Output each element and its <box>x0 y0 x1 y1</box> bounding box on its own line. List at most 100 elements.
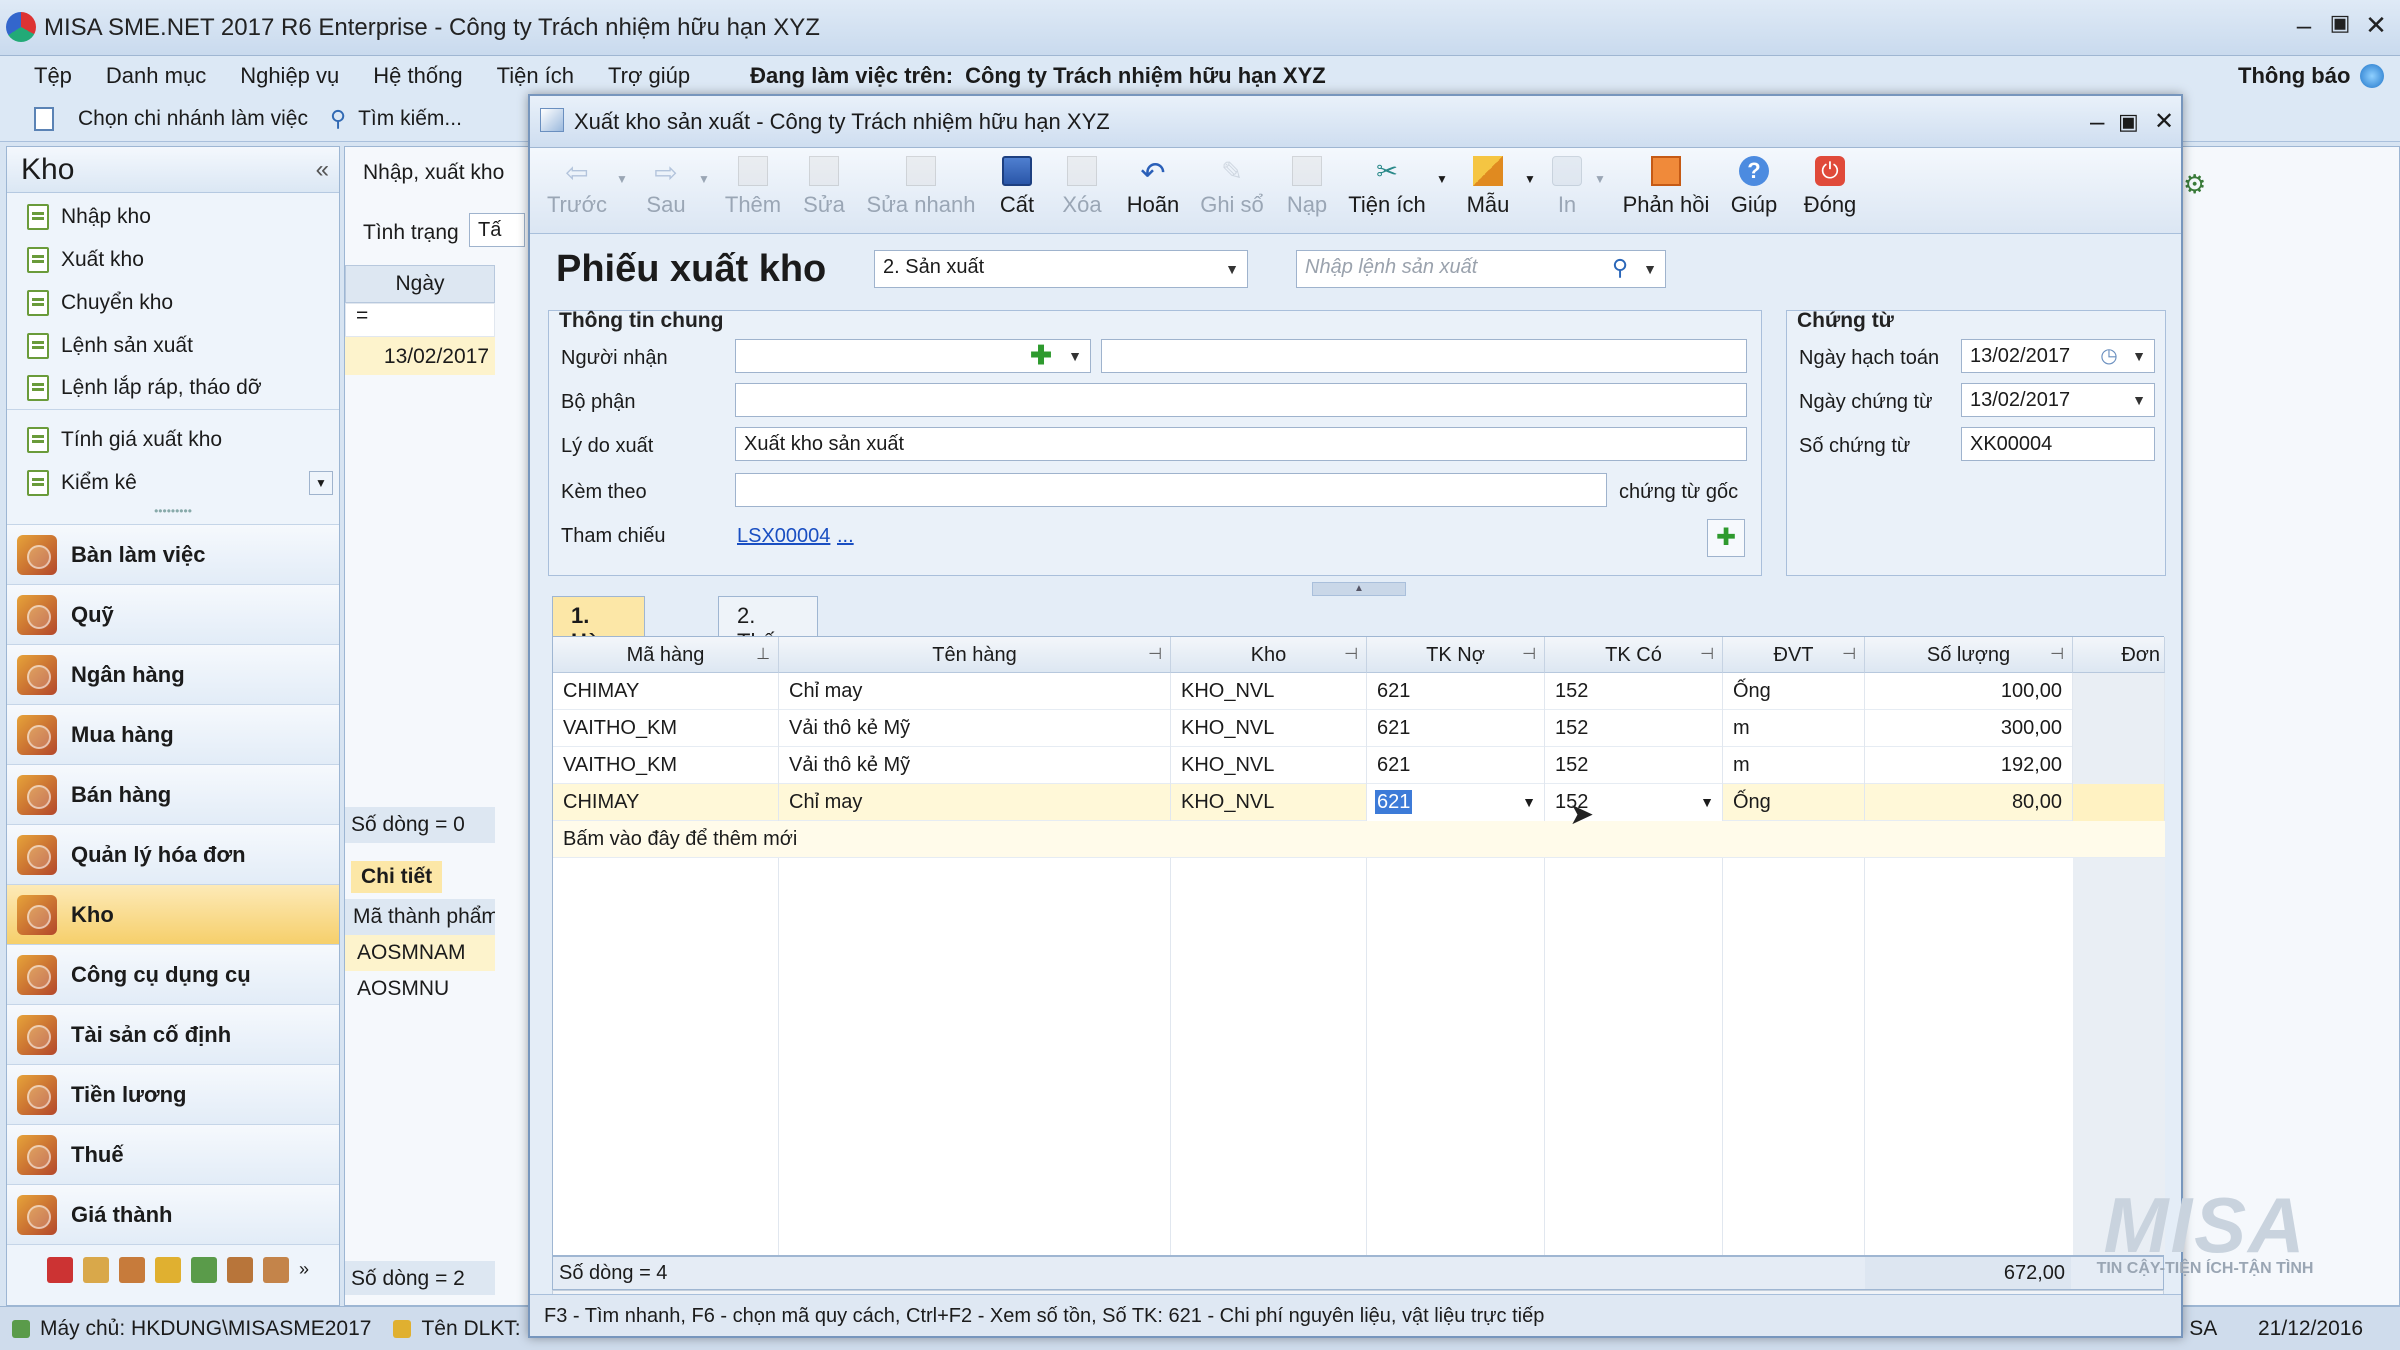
print-dropdown[interactable]: ▼ <box>1594 172 1606 250</box>
pin-icon[interactable]: ⊣ <box>1842 637 1856 673</box>
branch-button[interactable]: Chọn chi nhánh làm việc <box>78 107 308 131</box>
detail-row[interactable]: AOSMNU <box>345 971 495 1007</box>
column-item-code[interactable]: Mã hàng ⊥ <box>553 637 779 673</box>
template-dropdown[interactable]: ▼ <box>1524 172 1536 250</box>
add-reference-button[interactable]: ✚ <box>1707 519 1745 557</box>
tab-statistics[interactable]: 2. Thống kê <box>718 596 819 680</box>
nav-item-costing[interactable]: Tính giá xuất kho <box>7 418 339 461</box>
nav-item-inventory-check[interactable]: Kiểm kê ▼ <box>7 461 339 504</box>
collapse-icon[interactable]: « <box>316 156 329 184</box>
table-row[interactable]: VAITHO_KM Vải thô kẻ Mỹ KHO_NVL 621 152 … <box>553 710 2165 747</box>
cell-debit[interactable]: 621 <box>1367 747 1545 784</box>
production-order-input[interactable]: Nhập lệnh sản xuất ⚲ ▼ <box>1296 250 1666 288</box>
module-cost[interactable]: Giá thành <box>7 1184 339 1244</box>
cell-credit[interactable]: 152 <box>1545 747 1723 784</box>
nav-item-transfer[interactable]: Chuyển kho <box>7 281 339 324</box>
column-item-name[interactable]: Tên hàng ⊣ <box>779 637 1171 673</box>
menu-file[interactable]: Tệp <box>34 63 72 89</box>
utilities-dropdown[interactable]: ▼ <box>1436 172 1448 250</box>
chevron-down-icon[interactable]: ▼ <box>1700 784 1714 821</box>
print-button[interactable]: In <box>1542 152 1592 230</box>
column-quantity[interactable]: Số lượng ⊣ <box>1865 637 2073 673</box>
more-icon[interactable]: » <box>299 1259 309 1280</box>
column-debit-account[interactable]: TK Nợ ⊣ <box>1367 637 1545 673</box>
clock-icon[interactable]: ◷ <box>2094 340 2124 372</box>
close-icon[interactable]: ✕ <box>2358 10 2394 44</box>
nav-item-assembly[interactable]: Lệnh lắp ráp, tháo dỡ <box>7 367 339 410</box>
cell-code[interactable]: CHIMAY <box>553 673 779 710</box>
cell-code[interactable]: CHIMAY <box>553 784 779 821</box>
receiver-input[interactable]: ✚ ▼ <box>735 339 1091 373</box>
shortcut-icon[interactable] <box>47 1256 73 1283</box>
cell-debit-editor[interactable]: 621 ▼ <box>1367 784 1545 821</box>
cell-code[interactable]: VAITHO_KM <box>553 747 779 784</box>
undo-button[interactable]: ↶ Hoãn <box>1122 152 1184 230</box>
module-payroll[interactable]: Tiền lương <box>7 1064 339 1124</box>
post-date-input[interactable]: 13/02/2017 ◷ ▼ <box>1961 339 2155 373</box>
detail-row[interactable]: AOSMNAM <box>345 935 495 971</box>
menu-operations[interactable]: Nghiệp vụ <box>240 63 339 89</box>
module-tools[interactable]: Công cụ dụng cụ <box>7 944 339 1004</box>
table-row[interactable]: VAITHO_KM Vải thô kẻ Mỹ KHO_NVL 621 152 … <box>553 747 2165 784</box>
menu-system[interactable]: Hệ thống <box>373 63 462 89</box>
collapse-splitter[interactable]: ▲ <box>1312 582 1406 596</box>
department-input[interactable] <box>735 383 1747 417</box>
filter-select[interactable]: Tấ <box>469 213 525 247</box>
cell-quantity[interactable]: 192,00 <box>1865 747 2073 784</box>
cell-warehouse[interactable]: KHO_NVL <box>1171 747 1367 784</box>
template-button[interactable]: Mẫu <box>1458 152 1518 230</box>
close-button[interactable]: ⏻ Đóng <box>1798 152 1862 230</box>
utilities-button[interactable]: ✂ Tiện ích <box>1342 152 1432 230</box>
column-warehouse[interactable]: Kho ⊣ <box>1171 637 1367 673</box>
chevron-down-icon[interactable]: ▼ <box>2124 384 2154 416</box>
dialog-close-icon[interactable]: ✕ <box>2154 107 2174 136</box>
module-warehouse[interactable]: Kho <box>7 884 339 944</box>
chevron-down-icon[interactable]: ▼ <box>1635 251 1665 287</box>
voucher-type-select[interactable]: 2. Sản xuất ▼ <box>874 250 1248 288</box>
nav-item-production-order[interactable]: Lệnh sản xuất <box>7 324 339 367</box>
search-button[interactable]: Tìm kiếm... <box>358 107 462 131</box>
cell-warehouse[interactable]: KHO_NVL <box>1171 710 1367 747</box>
cell-unit[interactable]: m <box>1723 710 1865 747</box>
add-button[interactable]: Thêm <box>722 152 784 230</box>
cell-unit-price[interactable] <box>2073 673 2165 710</box>
module-cash[interactable]: Quỹ <box>7 584 339 644</box>
chevron-down-icon[interactable]: ▼ <box>1217 251 1247 287</box>
reference-more-link[interactable]: ... <box>837 525 854 548</box>
cell-credit[interactable]: 152 <box>1545 673 1723 710</box>
cell-debit[interactable]: 621 <box>1367 710 1545 747</box>
help-button[interactable]: ? Giúp <box>1726 152 1782 230</box>
add-plus-icon[interactable]: ✚ <box>1026 340 1056 372</box>
module-invoice[interactable]: Quản lý hóa đơn <box>7 824 339 884</box>
cell-unit-price[interactable] <box>2073 747 2165 784</box>
next-dropdown[interactable]: ▼ <box>698 172 710 250</box>
delete-button[interactable]: Xóa <box>1056 152 1108 230</box>
search-icon[interactable]: ⚲ <box>1605 251 1635 287</box>
cell-quantity[interactable]: 80,00 <box>1865 784 2073 821</box>
column-unit[interactable]: ĐVT ⊣ <box>1723 637 1865 673</box>
shortcut-icon[interactable] <box>155 1256 181 1283</box>
shortcut-icon[interactable] <box>227 1256 253 1283</box>
reference-link[interactable]: LSX00004 <box>737 525 830 548</box>
cell-warehouse[interactable]: KHO_NVL <box>1171 673 1367 710</box>
module-desk[interactable]: Bàn làm việc <box>7 524 339 584</box>
save-button[interactable]: Cất <box>992 152 1042 230</box>
pin-icon[interactable]: ⊣ <box>2050 637 2064 673</box>
reload-button[interactable]: Nạp <box>1282 152 1332 230</box>
splitter[interactable]: ••••••••• <box>7 504 339 524</box>
cell-name[interactable]: Chỉ may <box>779 673 1171 710</box>
nav-item-export[interactable]: Xuất kho <box>7 238 339 281</box>
module-sales[interactable]: Bán hàng <box>7 764 339 824</box>
pin-icon[interactable]: ⊣ <box>1344 637 1358 673</box>
pin-icon[interactable]: ⊣ <box>1700 637 1714 673</box>
cell-quantity[interactable]: 300,00 <box>1865 710 2073 747</box>
cell-name[interactable]: Chỉ may <box>779 784 1171 821</box>
dialog-minimize-icon[interactable]: – <box>2090 106 2104 137</box>
shortcut-icon[interactable] <box>263 1256 289 1283</box>
minimize-icon[interactable]: – <box>2286 10 2322 44</box>
doc-date-input[interactable]: 13/02/2017 ▼ <box>1961 383 2155 417</box>
dialog-maximize-icon[interactable]: ▣ <box>2118 109 2139 135</box>
cell-unit[interactable]: Ống <box>1723 784 1865 821</box>
globe-icon[interactable] <box>2360 64 2384 88</box>
add-new-row[interactable]: Bấm vào đây để thêm mới <box>553 821 2165 858</box>
